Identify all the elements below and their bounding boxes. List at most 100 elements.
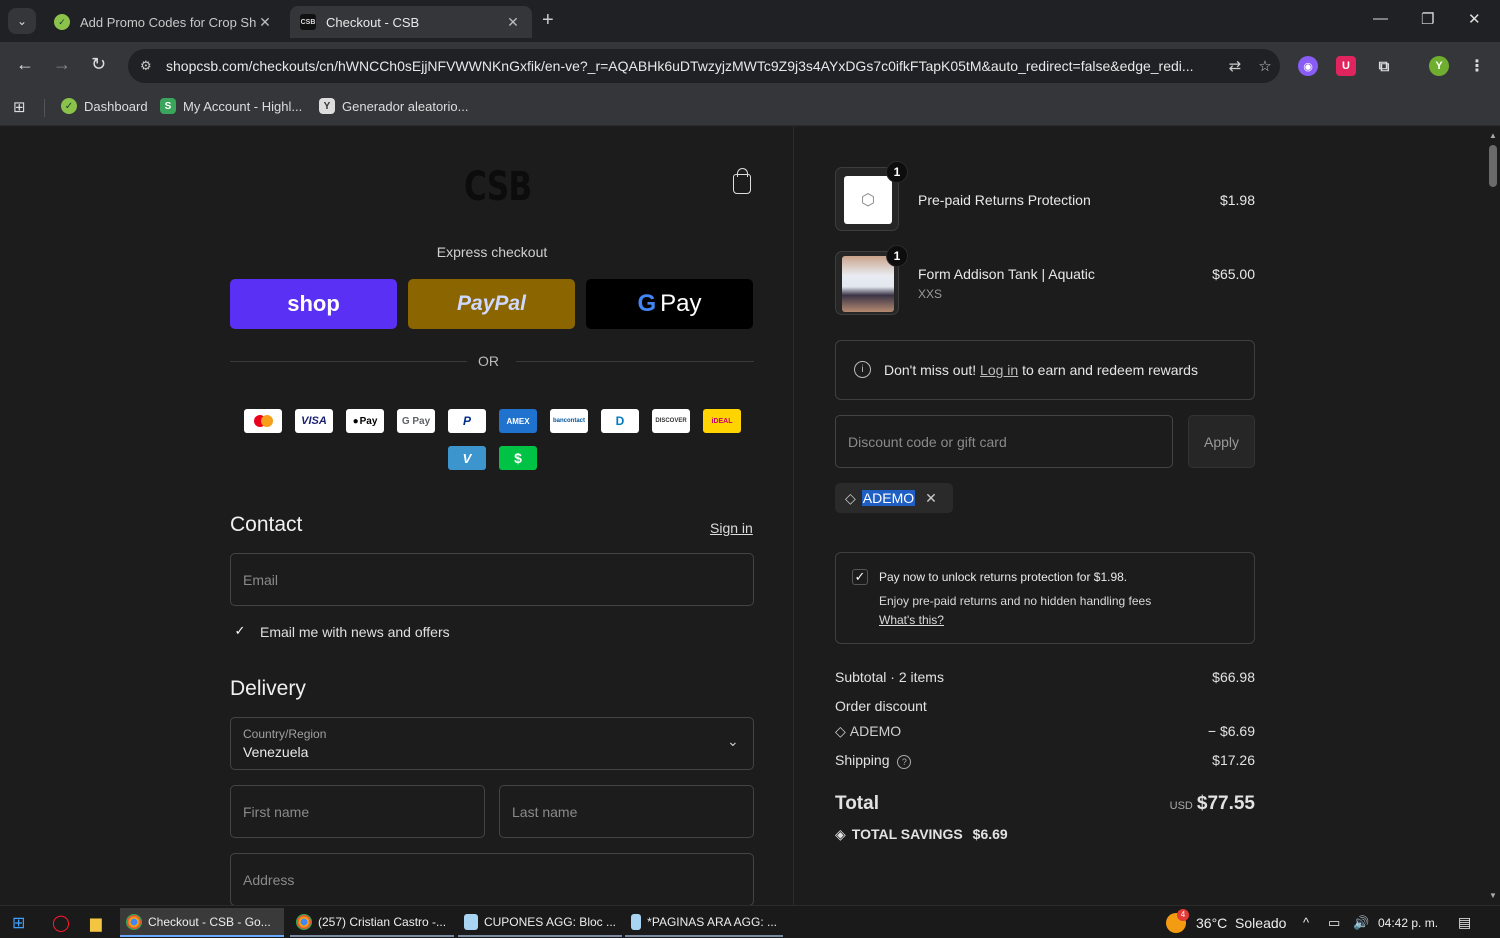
shipping-value: $17.26 <box>1212 752 1255 768</box>
shop-pay-label: shop <box>287 291 340 316</box>
bancontact-icon: bancontact <box>550 409 588 433</box>
divider <box>230 361 467 362</box>
forward-arrow-icon[interactable]: → <box>53 54 71 75</box>
amex-icon: AMEX <box>499 409 537 433</box>
site-info-icon[interactable]: ⚙ <box>140 58 156 74</box>
tab-promo-codes[interactable]: ✓ Add Promo Codes for Crop Sho ✕ <box>44 6 284 38</box>
paypal-label: PayPal <box>457 292 526 315</box>
rewards-pre: Don't miss out! <box>884 362 977 378</box>
whats-this-link[interactable]: What's this? <box>879 613 944 627</box>
discount-code-field[interactable]: Discount code or gift card <box>835 415 1173 468</box>
generator-icon: Y <box>319 98 335 114</box>
log-in-link[interactable]: Log in <box>980 362 1018 378</box>
taskbar-label: *PAGINAS ARA AGG: ... <box>647 914 777 929</box>
windows-start-icon[interactable]: ⊞ <box>6 908 31 937</box>
file-explorer-icon[interactable]: ▆ <box>84 908 108 937</box>
protection-title: Pay now to unlock returns protection for… <box>879 570 1128 584</box>
cash-app-icon: $ <box>499 446 537 470</box>
page-scrollbar[interactable]: ▲ ▼ <box>1486 127 1500 905</box>
scroll-up-icon[interactable]: ▲ <box>1489 131 1497 140</box>
tab-title: Checkout - CSB <box>326 14 420 30</box>
google-pay-button[interactable]: G Pay <box>586 279 753 329</box>
store-logo[interactable]: CSB <box>464 164 532 210</box>
taskbar-chrome-checkout[interactable]: Checkout - CSB - Go... <box>120 908 284 937</box>
shop-pay-button[interactable]: shop <box>230 279 397 329</box>
bookmark-my-account[interactable]: S My Account - Highl... <box>160 98 302 114</box>
divider <box>516 361 754 362</box>
taskbar-label: CUPONES AGG: Bloc ... <box>483 914 616 929</box>
profile-avatar[interactable]: Y <box>1429 56 1449 76</box>
translate-icon[interactable]: ⇄ <box>1220 57 1250 75</box>
taskbar-notepad-paginas[interactable]: *PAGINAS ARA AGG: ... <box>625 908 783 937</box>
tag-icon: ◈ <box>835 826 846 842</box>
address-field[interactable]: Address <box>230 853 754 906</box>
tag-icon: ◇ <box>835 723 846 739</box>
close-tab-icon[interactable]: ✕ <box>504 14 522 31</box>
tab-checkout[interactable]: CSB Checkout - CSB ✕ <box>290 6 532 38</box>
subtotal-label: Subtotal · 2 items <box>835 669 944 685</box>
kebab-menu-icon[interactable]: ⋮ <box>1467 56 1487 76</box>
network-icon[interactable]: ▭ <box>1322 908 1346 937</box>
help-question-icon[interactable]: ? <box>897 755 912 769</box>
opera-icon[interactable]: ◯ <box>46 908 76 937</box>
extension-icon[interactable]: ◉ <box>1298 56 1318 76</box>
tab-search-button[interactable]: ⌄ <box>8 8 36 34</box>
scroll-down-icon[interactable]: ▼ <box>1489 891 1497 900</box>
bookmark-star-icon[interactable]: ☆ <box>1250 57 1280 75</box>
contact-heading: Contact <box>230 513 303 536</box>
protection-checkbox[interactable]: ✓ <box>852 569 868 585</box>
address-bar[interactable]: ⚙ shopcsb.com/checkouts/cn/hWNCCh0sEjjNF… <box>128 49 1280 83</box>
country-select[interactable]: Country/Region Venezuela ⌄ <box>230 717 754 770</box>
apps-grid-icon[interactable]: ⊞ <box>13 98 26 116</box>
minimize-icon[interactable]: — <box>1373 10 1388 27</box>
url-text[interactable]: shopcsb.com/checkouts/cn/hWNCCh0sEjjNFVW… <box>166 58 1220 74</box>
discount-code-label: ADEMO <box>849 723 902 739</box>
item-title: Form Addison Tank | Aquatic <box>918 266 1095 282</box>
new-tab-plus-icon[interactable]: + <box>542 9 554 32</box>
volume-icon[interactable]: 🔊 <box>1347 908 1375 937</box>
delivery-heading: Delivery <box>230 677 306 700</box>
google-pay-icon: G Pay <box>397 409 435 433</box>
weather-widget[interactable]: 4 36°C Soleado <box>1160 908 1292 937</box>
scrollbar-thumb[interactable] <box>1489 145 1497 187</box>
remove-discount-icon[interactable]: ✕ <box>925 490 937 507</box>
notification-center-icon[interactable]: ▤ <box>1452 908 1477 937</box>
paypal-button[interactable]: PayPal <box>408 279 575 329</box>
weather-text: 36°C Soleado <box>1196 914 1287 931</box>
clock[interactable]: 04:42 p. m. <box>1372 908 1444 937</box>
ideal-icon: iDEAL <box>703 409 741 433</box>
google-g-icon: G <box>637 290 657 317</box>
close-tab-icon[interactable]: ✕ <box>256 14 274 31</box>
chrome-icon <box>126 913 142 930</box>
restore-icon[interactable]: ❐ <box>1421 10 1434 28</box>
first-name-field[interactable]: First name <box>230 785 485 838</box>
email-field[interactable]: Email <box>230 553 754 606</box>
ublock-shield-icon[interactable]: U <box>1336 56 1356 76</box>
sun-icon: 4 <box>1166 908 1189 933</box>
reload-icon[interactable]: ↻ <box>91 54 106 75</box>
extensions-puzzle-icon[interactable]: ⧉ <box>1374 56 1394 76</box>
first-name-placeholder: First name <box>243 804 310 820</box>
checkmark-icon: ✓ <box>854 569 866 584</box>
total-label: Total <box>835 793 879 814</box>
applied-discount-chip: ◇ ADEMO ✕ <box>835 483 953 513</box>
protection-desc: Enjoy pre-paid returns and no hidden han… <box>879 594 1152 608</box>
venmo-icon: V <box>448 446 486 470</box>
newsletter-checkbox[interactable]: ✓ <box>232 623 248 639</box>
close-window-icon[interactable]: ✕ <box>1468 10 1481 28</box>
taskbar-notepad-cupones[interactable]: CUPONES AGG: Bloc ... <box>458 908 622 937</box>
shopping-bag-icon[interactable] <box>733 168 751 194</box>
info-icon: i <box>854 361 871 378</box>
visa-icon: VISA <box>295 409 333 433</box>
taskbar-chrome-youtube[interactable]: (257) Cristian Castro -... <box>290 908 454 937</box>
apply-button[interactable]: Apply <box>1188 415 1255 468</box>
chevron-up-icon[interactable]: ^ <box>1297 908 1315 937</box>
back-arrow-icon[interactable]: ← <box>16 54 34 75</box>
last-name-field[interactable]: Last name <box>499 785 754 838</box>
sign-in-link[interactable]: Sign in <box>710 520 753 536</box>
bookmark-dashboard[interactable]: ✓ Dashboard <box>61 98 148 114</box>
weather-alert-badge: 4 <box>1177 908 1189 921</box>
total-row-value: USD $77.55 <box>1095 793 1255 815</box>
rewards-text: Don't miss out! Log in to earn and redee… <box>884 362 1198 378</box>
bookmark-generador[interactable]: Y Generador aleatorio... <box>319 98 468 114</box>
